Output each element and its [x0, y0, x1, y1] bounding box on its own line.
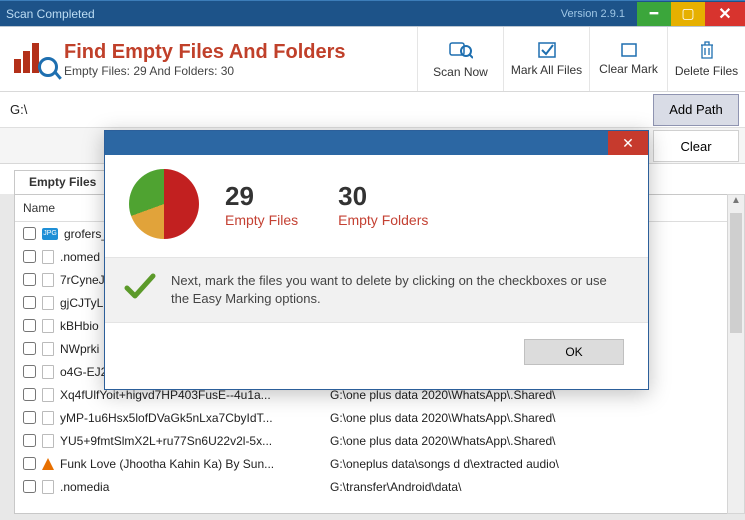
check-square-icon — [537, 41, 557, 59]
row-checkbox[interactable] — [23, 296, 36, 309]
dialog-titlebar: ✕ — [105, 131, 648, 155]
dialog-message: Next, mark the files you want to delete … — [171, 272, 628, 308]
scrollbar[interactable]: ▲ — [727, 194, 745, 514]
delete-files-button[interactable]: Delete Files — [667, 27, 745, 91]
row-location: G:\transfer\Android\data\ — [322, 480, 736, 494]
ok-button[interactable]: OK — [524, 339, 624, 365]
row-checkbox[interactable] — [23, 250, 36, 263]
row-checkbox[interactable] — [23, 480, 36, 493]
row-location: G:\one plus data 2020\WhatsApp\.Shared\ — [322, 411, 736, 425]
checkmark-icon — [123, 272, 157, 302]
table-row[interactable]: yMP-1u6Hsx5lofDVaGk5nLxa7CbyIdT...G:\one… — [15, 406, 736, 429]
scrollbar-thumb[interactable] — [730, 213, 742, 333]
path-row: G:\ Add Path — [0, 92, 745, 128]
clear-label: Clear — [680, 139, 711, 154]
dialog-close-button[interactable]: ✕ — [608, 131, 648, 155]
table-row[interactable]: .nomediaG:\transfer\Android\data\ — [15, 475, 736, 498]
pie-chart-icon — [129, 169, 199, 239]
row-checkbox[interactable] — [23, 342, 36, 355]
row-checkbox[interactable] — [23, 457, 36, 470]
add-path-button[interactable]: Add Path — [653, 94, 739, 126]
search-icon — [449, 39, 473, 61]
clear-mark-button[interactable]: Clear Mark — [589, 27, 667, 91]
header-title: Find Empty Files And Folders — [64, 41, 346, 64]
row-name: .nomedia — [60, 480, 322, 494]
scan-now-label: Scan Now — [433, 65, 488, 79]
clear-mark-label: Clear Mark — [599, 62, 658, 76]
minimize-button[interactable]: ━ — [637, 2, 671, 26]
file-icon — [42, 319, 54, 333]
app-logo-icon — [14, 39, 54, 79]
row-location: G:\one plus data 2020\WhatsApp\.Shared\ — [322, 434, 736, 448]
scan-result-dialog: ✕ 29 Empty Files 30 Empty Folders Next, … — [104, 130, 649, 390]
row-location: G:\oneplus data\songs d d\extracted audi… — [322, 457, 736, 471]
file-icon — [42, 480, 54, 494]
row-checkbox[interactable] — [23, 434, 36, 447]
file-icon — [42, 411, 54, 425]
row-checkbox[interactable] — [23, 411, 36, 424]
row-checkbox[interactable] — [23, 227, 36, 240]
row-name: YU5+9fmtSlmX2L+ru77Sn6U22v2l-5x... — [60, 434, 322, 448]
close-button[interactable]: ✕ — [705, 2, 745, 26]
file-icon — [42, 365, 54, 379]
file-icon — [42, 342, 54, 356]
maximize-button[interactable]: ▢ — [671, 2, 705, 26]
row-checkbox[interactable] — [23, 388, 36, 401]
add-path-label: Add Path — [669, 102, 723, 117]
scan-now-button[interactable]: Scan Now — [417, 27, 503, 91]
app-header: Find Empty Files And Folders Empty Files… — [0, 26, 745, 92]
ok-label: OK — [565, 345, 582, 359]
row-checkbox[interactable] — [23, 273, 36, 286]
tab-empty-files[interactable]: Empty Files — [14, 170, 111, 194]
file-icon — [42, 250, 54, 264]
window-title: Scan Completed — [6, 7, 95, 21]
empty-folders-label: Empty Folders — [338, 212, 428, 228]
tab-empty-files-label: Empty Files — [29, 175, 96, 189]
file-icon — [42, 273, 54, 287]
media-file-icon — [42, 458, 54, 470]
mark-all-label: Mark All Files — [511, 63, 582, 77]
empty-files-count: 29 — [225, 181, 298, 212]
trash-icon — [698, 40, 716, 60]
header-subtitle: Empty Files: 29 And Folders: 30 — [64, 64, 346, 78]
table-row[interactable]: Funk Love (Jhootha Kahin Ka) By Sun...G:… — [15, 452, 736, 475]
clear-button[interactable]: Clear — [653, 130, 739, 162]
empty-files-label: Empty Files — [225, 212, 298, 228]
image-file-icon: JPG — [42, 228, 58, 240]
row-name: yMP-1u6Hsx5lofDVaGk5nLxa7CbyIdT... — [60, 411, 322, 425]
square-icon — [620, 42, 638, 58]
path-value: G:\ — [0, 102, 653, 117]
version-label: Version 2.9.1 — [561, 8, 625, 20]
row-name: Funk Love (Jhootha Kahin Ka) By Sun... — [60, 457, 322, 471]
scroll-up-icon[interactable]: ▲ — [728, 195, 744, 211]
empty-folders-count: 30 — [338, 181, 428, 212]
row-checkbox[interactable] — [23, 365, 36, 378]
file-icon — [42, 296, 54, 310]
table-row[interactable]: YU5+9fmtSlmX2L+ru77Sn6U22v2l-5x...G:\one… — [15, 429, 736, 452]
mark-all-button[interactable]: Mark All Files — [503, 27, 589, 91]
file-icon — [42, 388, 54, 402]
title-bar: Scan Completed Version 2.9.1 ━ ▢ ✕ — [0, 0, 745, 26]
file-icon — [42, 434, 54, 448]
row-checkbox[interactable] — [23, 319, 36, 332]
delete-files-label: Delete Files — [675, 64, 738, 78]
